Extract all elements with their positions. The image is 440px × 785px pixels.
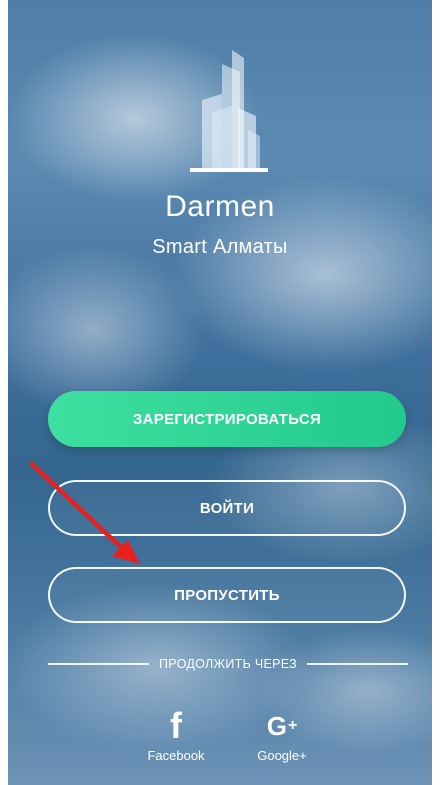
facebook-icon: f (170, 705, 182, 746)
skip-button[interactable]: ПРОПУСТИТЬ (48, 567, 406, 623)
app-subtitle: Smart Алматы (152, 236, 288, 258)
continue-with-divider: ПРОДОЛЖИТЬ ЧЕРЕЗ (48, 654, 409, 674)
google-plus-login-button[interactable]: G + Google+ (237, 706, 327, 764)
divider-line-right (307, 663, 409, 665)
google-plus-icon: G + (266, 710, 298, 741)
divider-label: ПРОДОЛЖИТЬ ЧЕРЕЗ (159, 657, 298, 671)
google-plus-label: Google+ (257, 748, 307, 763)
city-buildings-logo (190, 50, 268, 172)
facebook-label: Facebook (147, 748, 205, 763)
app-title: Darmen (165, 190, 275, 223)
login-button[interactable]: ВОЙТИ (48, 480, 406, 536)
facebook-login-button[interactable]: f Facebook (131, 705, 221, 763)
skip-button-label: ПРОПУСТИТЬ (174, 586, 280, 604)
login-screen: Darmen Smart Алматы ЗАРЕГИСТРИРОВАТЬСЯ В… (8, 0, 432, 785)
register-button-label: ЗАРЕГИСТРИРОВАТЬСЯ (132, 410, 322, 428)
divider-line-left (48, 663, 149, 665)
register-button[interactable]: ЗАРЕГИСТРИРОВАТЬСЯ (48, 391, 406, 447)
login-button-label: ВОЙТИ (199, 499, 255, 517)
